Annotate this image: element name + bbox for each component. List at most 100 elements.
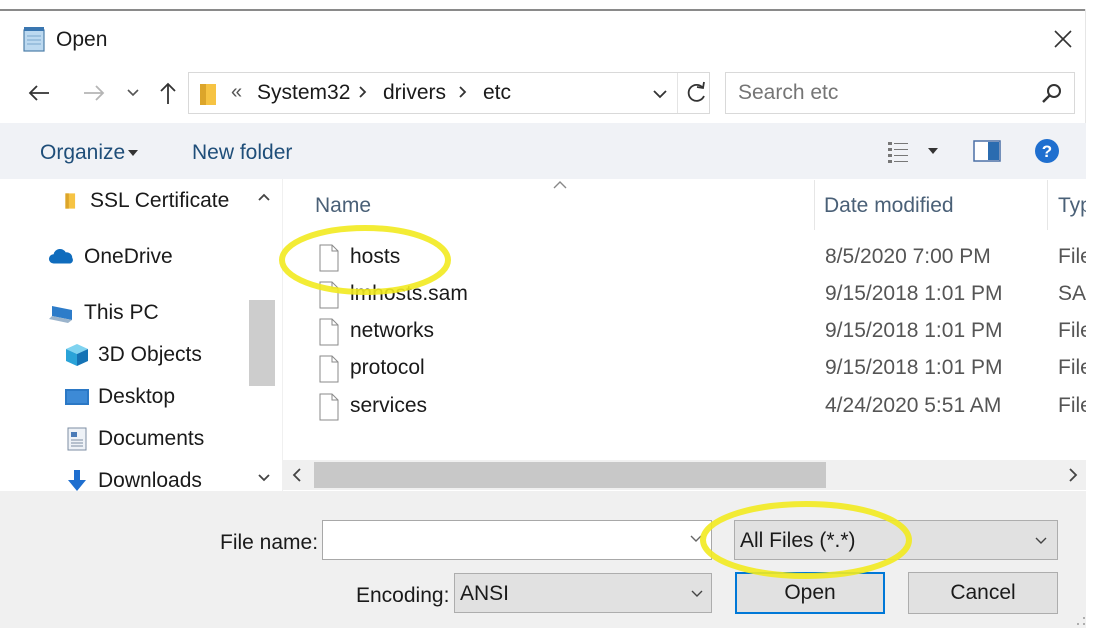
documents-icon [67, 427, 87, 451]
close-button[interactable] [1046, 22, 1080, 56]
chevron-down-icon [127, 89, 139, 97]
file-icon [319, 355, 339, 383]
nav-item-ssl-certificate[interactable]: SSL Certificate [64, 188, 229, 214]
chevron-right-icon[interactable] [1068, 468, 1078, 482]
nav-item-this-pc[interactable]: This PC [48, 300, 159, 326]
file-date: 8/5/2020 7:00 PM [825, 245, 991, 268]
file-name: protocol [350, 356, 425, 379]
recent-locations-button[interactable] [124, 78, 142, 108]
file-type: File [1058, 319, 1086, 342]
file-date: 9/15/2018 1:01 PM [825, 319, 1003, 342]
arrow-up-icon [160, 82, 176, 104]
open-button[interactable]: Open [735, 572, 885, 614]
view-details-icon[interactable] [886, 138, 912, 164]
file-row-services[interactable]: services 4/24/2020 5:51 AM File [310, 390, 1086, 426]
file-row-networks[interactable]: networks 9/15/2018 1:01 PM File [310, 315, 1086, 351]
file-type-filter-select[interactable]: All Files (*.*) [734, 520, 1058, 560]
refresh-icon[interactable] [683, 79, 709, 107]
file-row-protocol[interactable]: protocol 9/15/2018 1:01 PM File [310, 352, 1086, 388]
file-type: File [1058, 245, 1086, 268]
file-name: hosts [350, 245, 401, 268]
caret-down-icon[interactable] [928, 148, 938, 154]
file-name-label: File name: [220, 531, 319, 554]
search-box[interactable] [725, 72, 1075, 114]
nav-item-documents[interactable]: Documents [64, 426, 204, 452]
nav-item-3d-objects[interactable]: 3D Objects [64, 342, 202, 368]
address-bar[interactable]: « System32 drivers etc [188, 72, 710, 114]
encoding-label: Encoding: [356, 584, 450, 607]
window-title: Open [56, 28, 108, 51]
horizontal-scroll-thumb[interactable] [314, 462, 826, 488]
file-name: networks [350, 319, 435, 342]
file-row-hosts[interactable]: hosts 8/5/2020 7:00 PM File [310, 241, 1086, 277]
nav-item-onedrive[interactable]: OneDrive [48, 244, 173, 270]
file-type: File [1058, 356, 1086, 379]
back-button[interactable] [24, 78, 54, 108]
chevron-left-icon[interactable] [292, 468, 302, 482]
search-input[interactable] [738, 81, 1018, 105]
close-icon [1054, 30, 1072, 48]
chevron-down-icon[interactable] [649, 84, 671, 104]
cancel-button[interactable]: Cancel [908, 572, 1058, 614]
file-icon [319, 244, 339, 272]
file-type-filter-value: All Files (*.*) [740, 529, 856, 552]
encoding-value: ANSI [460, 582, 510, 605]
file-icon [319, 393, 339, 421]
nav-item-label: 3D Objects [98, 343, 202, 366]
computer-icon [49, 306, 72, 323]
forward-button[interactable] [80, 78, 108, 108]
search-icon[interactable] [1040, 82, 1064, 106]
nav-item-label: Desktop [98, 385, 176, 408]
file-name-input[interactable] [323, 521, 673, 557]
breadcrumb-etc[interactable]: etc [483, 81, 511, 105]
file-icon [319, 318, 339, 346]
file-name-combobox[interactable] [322, 520, 712, 560]
arrow-left-icon [28, 85, 49, 101]
encoding-select[interactable]: ANSI [454, 573, 712, 613]
nav-scroll-thumb[interactable] [249, 300, 275, 386]
file-type: SAI [1058, 282, 1086, 305]
open-file-dialog: Open « System32 drivers etc Search etc O… [0, 0, 1097, 628]
new-folder-button[interactable]: New folder [192, 141, 292, 165]
up-button[interactable] [156, 78, 180, 108]
help-icon[interactable]: ? [1034, 138, 1060, 164]
file-date: 4/24/2020 5:51 AM [825, 394, 1002, 417]
chevron-right-icon[interactable] [357, 83, 369, 101]
organize-button[interactable]: Organize [40, 141, 125, 165]
file-name: lmhosts.sam [350, 282, 468, 305]
chevron-down-icon[interactable] [258, 474, 270, 482]
cloud-icon [48, 248, 73, 264]
resize-grip-icon[interactable] [1076, 616, 1086, 626]
caret-down-icon[interactable] [128, 150, 138, 156]
nav-item-label: Downloads [98, 469, 202, 492]
folder-icon [200, 84, 216, 105]
column-header-date-modified[interactable]: Date modified [824, 194, 954, 218]
address-divider [677, 73, 678, 113]
column-header-name[interactable]: Name [315, 194, 371, 218]
file-type: File [1058, 394, 1086, 417]
nav-item-label: This PC [84, 301, 159, 324]
address-overflow[interactable]: « [231, 81, 242, 104]
arrow-right-icon [84, 85, 105, 101]
notepad-icon [23, 27, 45, 52]
breadcrumb-system32[interactable]: System32 [257, 81, 350, 105]
nav-item-label: SSL Certificate [90, 189, 230, 212]
command-bar [0, 123, 1086, 179]
chevron-down-icon [1035, 537, 1047, 544]
desktop-icon [65, 389, 89, 405]
nav-item-desktop[interactable]: Desktop [64, 384, 175, 410]
column-divider[interactable] [1047, 180, 1048, 230]
chevron-down-icon[interactable] [690, 535, 702, 543]
column-header-type[interactable]: Typ [1058, 194, 1086, 218]
file-icon [319, 281, 339, 309]
file-row-lmhosts[interactable]: lmhosts.sam 9/15/2018 1:01 PM SAI [310, 278, 1086, 314]
chevron-right-icon[interactable] [457, 83, 469, 101]
file-name: services [350, 394, 428, 417]
chevron-up-icon[interactable] [258, 193, 270, 201]
file-date: 9/15/2018 1:01 PM [825, 282, 1003, 305]
breadcrumb-drivers[interactable]: drivers [383, 81, 446, 105]
nav-item-label: Documents [98, 427, 205, 450]
column-divider[interactable] [814, 180, 815, 230]
preview-pane-icon[interactable] [973, 140, 1001, 162]
folder-icon [65, 193, 76, 209]
